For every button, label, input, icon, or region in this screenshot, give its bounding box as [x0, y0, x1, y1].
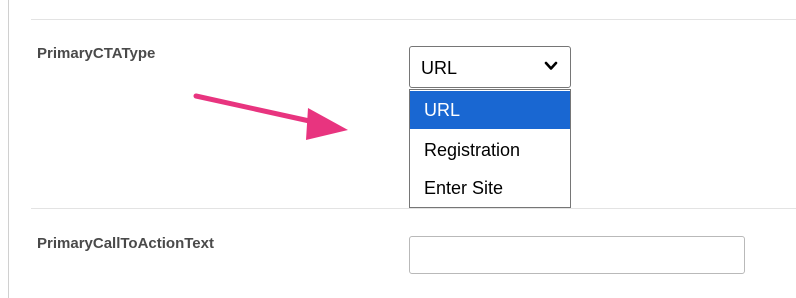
primary-call-to-action-text-input[interactable]	[409, 236, 745, 274]
chevron-down-icon	[544, 61, 558, 70]
primary-cta-type-label: PrimaryCTAType	[37, 45, 156, 62]
select-current-value: URL	[421, 58, 458, 78]
row-divider-top	[31, 19, 796, 20]
dropdown-option-url[interactable]: URL	[410, 91, 570, 129]
dropdown-option-registration[interactable]: Registration	[410, 131, 570, 169]
dropdown-option-enter-site[interactable]: Enter Site	[410, 169, 570, 207]
arrow-right-icon	[193, 93, 348, 140]
cta-type-dropdown-list: URL Registration Enter Site	[409, 89, 571, 208]
primary-cta-type-select[interactable]: URL	[409, 46, 571, 88]
primary-call-to-action-text-label: PrimaryCallToActionText	[37, 235, 214, 252]
panel-left-border	[8, 0, 9, 298]
row-divider	[31, 208, 796, 209]
form-panel: PrimaryCTAType URL URL Registration Ente…	[0, 0, 796, 298]
